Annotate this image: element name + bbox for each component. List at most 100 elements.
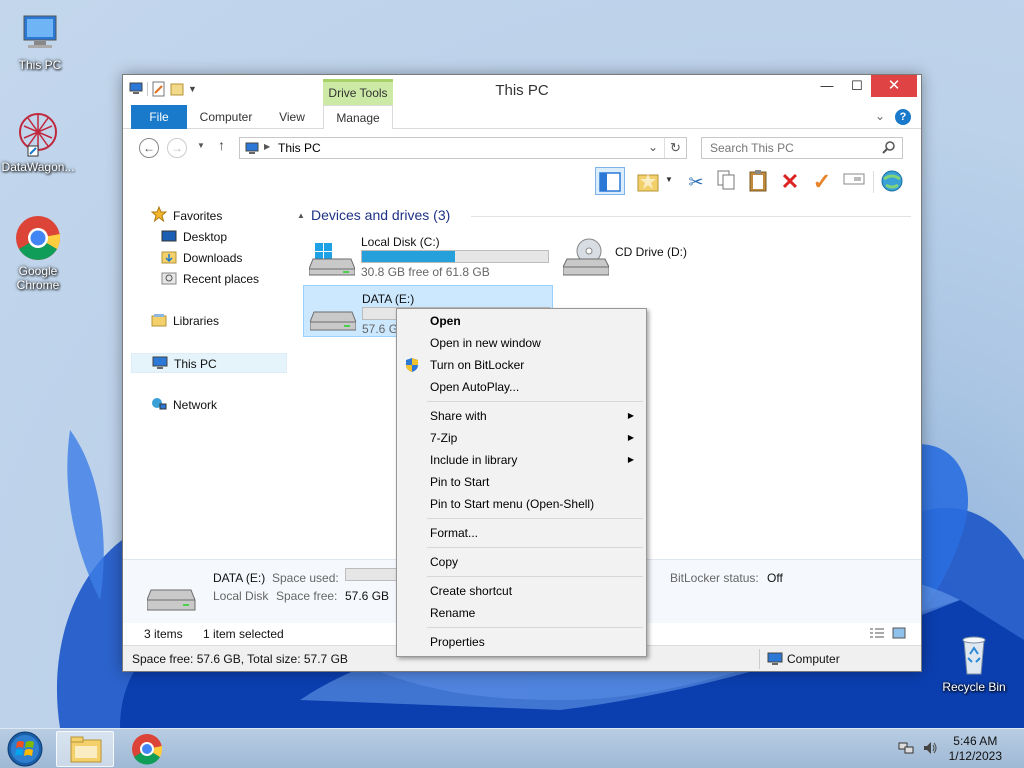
breadcrumb[interactable]: This PC [278, 141, 321, 155]
menu-item-autoplay[interactable]: Open AutoPlay... [399, 376, 644, 398]
tab-manage[interactable]: Manage [323, 105, 393, 130]
clock-date: 1/12/2023 [948, 749, 1002, 763]
window-title: This PC [495, 82, 549, 99]
menu-item-include-library[interactable]: Include in library ▶ [399, 449, 644, 471]
search-icon[interactable] [882, 140, 896, 157]
group-collapse-icon[interactable]: ▲ [297, 211, 305, 220]
submenu-arrow-icon: ▶ [627, 433, 634, 442]
bitlocker-label: BitLocker status: [670, 571, 759, 585]
taskbar-explorer[interactable] [56, 731, 114, 767]
forward-button[interactable]: → [167, 138, 187, 158]
nav-network[interactable]: Network [151, 395, 217, 415]
menu-item-properties[interactable]: Properties [399, 631, 644, 653]
menu-item-rename[interactable]: Rename [399, 602, 644, 624]
ribbon-expand-icon[interactable]: ⌄ [875, 109, 885, 123]
menu-item-pin-start-menu[interactable]: Pin to Start menu (Open-Shell) [399, 493, 644, 515]
address-dropdown-icon[interactable]: ⌄ [648, 140, 658, 154]
paste-icon[interactable] [745, 169, 771, 195]
taskbar: 5:46 AM 1/12/2023 [0, 728, 1024, 768]
clock[interactable]: 5:46 AM 1/12/2023 [949, 734, 1002, 764]
nav-downloads[interactable]: Downloads [161, 248, 242, 268]
nav-favorites[interactable]: Favorites [150, 205, 222, 226]
menu-item-pin-to-start[interactable]: Pin to Start [399, 471, 644, 493]
context-menu: Open Open in new window Turn on BitLocke… [396, 308, 647, 657]
tab-view[interactable]: View [269, 105, 315, 129]
nav-libraries[interactable]: Libraries [151, 311, 219, 331]
computer-icon [16, 8, 64, 56]
hard-drive-icon [146, 580, 197, 615]
check-icon[interactable]: ✓ [809, 169, 835, 195]
downloads-folder-icon [161, 250, 177, 264]
address-row: ← → ▼ ↑ ▶ This PC ⌄ ↻ Search This PC [123, 129, 921, 163]
nav-recent-places[interactable]: Recent places [161, 269, 259, 289]
preview-pane-button[interactable] [595, 167, 625, 195]
drive-item-c[interactable]: Local Disk (C:) 30.8 GB free of 61.8 GB [303, 229, 553, 281]
details-view-icon[interactable] [869, 626, 885, 643]
search-input[interactable]: Search This PC [710, 141, 794, 155]
desktop-icon-label: Recycle Bin [942, 680, 1006, 694]
drive-usage-bar [361, 250, 549, 263]
minimize-button[interactable]: — [811, 75, 843, 97]
menu-item-open[interactable]: Open [399, 310, 644, 332]
chevron-down-icon[interactable]: ▼ [665, 175, 673, 184]
recent-locations-icon[interactable]: ▼ [197, 141, 205, 150]
address-bar[interactable]: ▶ This PC ⌄ ↻ [239, 137, 687, 159]
globe-icon[interactable] [879, 169, 905, 195]
chrome-icon [132, 734, 163, 765]
menu-item-open-new-window[interactable]: Open in new window [399, 332, 644, 354]
bitlocker-value: Off [767, 571, 783, 585]
menu-item-copy[interactable]: Copy [399, 551, 644, 573]
desktop-icon-label: Google Chrome [16, 264, 60, 292]
desktop-icon-datawagon[interactable]: DataWagon... [0, 110, 78, 174]
menu-item-format[interactable]: Format... [399, 522, 644, 544]
start-button[interactable] [6, 730, 44, 768]
tab-computer[interactable]: Computer [193, 105, 259, 129]
desktop-folder-icon [161, 229, 177, 243]
menu-item-create-shortcut[interactable]: Create shortcut [399, 580, 644, 602]
title-bar[interactable]: ▼ Drive Tools This PC — ☐ ✕ [123, 75, 921, 105]
volume-icon[interactable] [922, 741, 938, 758]
navigation-pane: Favorites Desktop Downloads Recent place… [123, 199, 295, 559]
breadcrumb-chevron-icon[interactable]: ▶ [264, 142, 270, 151]
delete-icon[interactable]: ✕ [777, 169, 803, 195]
cut-icon[interactable]: ✂ [683, 169, 709, 195]
details-name: DATA (E:) [213, 571, 266, 585]
help-icon[interactable]: ? [895, 109, 911, 125]
recycle-bin-icon [950, 630, 998, 678]
up-button[interactable]: ↑ [218, 137, 225, 153]
computer-small-icon [152, 356, 168, 370]
desktop-icon-recycle-bin[interactable]: Recycle Bin [934, 630, 1014, 694]
maximize-button[interactable]: ☐ [841, 75, 873, 97]
details-type: Local Disk [213, 589, 269, 603]
tab-file[interactable]: File [131, 105, 187, 129]
space-used-bar [345, 568, 397, 581]
menu-item-7zip[interactable]: 7-Zip ▶ [399, 427, 644, 449]
nav-desktop[interactable]: Desktop [161, 227, 227, 247]
zone-text: Computer [787, 652, 840, 666]
menu-item-bitlocker[interactable]: Turn on BitLocker [399, 354, 644, 376]
network-tray-icon[interactable] [898, 741, 914, 758]
desktop-icon-this-pc[interactable]: This PC [0, 8, 80, 72]
search-box[interactable]: Search This PC [701, 137, 903, 159]
nav-this-pc[interactable]: This PC [131, 353, 287, 373]
ribbon-tabs: File Computer View Manage ⌄ ? [123, 105, 921, 130]
computer-small-icon [245, 141, 259, 158]
copy-icon[interactable] [713, 169, 739, 195]
windows-logo-icon [7, 731, 43, 767]
rename-icon[interactable] [841, 169, 867, 195]
desktop-icon-label: DataWagon... [1, 160, 75, 174]
refresh-button[interactable]: ↻ [664, 138, 686, 158]
back-button[interactable]: ← [139, 138, 159, 158]
folder-options-icon[interactable] [635, 169, 661, 195]
menu-separator [427, 576, 643, 577]
drive-item-d[interactable]: CD Drive (D:) [557, 229, 807, 281]
desktop-icon-chrome[interactable]: Google Chrome [0, 214, 78, 292]
star-icon [150, 205, 168, 223]
large-icons-view-icon[interactable] [891, 626, 907, 643]
taskbar-chrome[interactable] [118, 731, 176, 767]
menu-separator [427, 627, 643, 628]
close-button[interactable]: ✕ [871, 75, 917, 97]
menu-item-share-with[interactable]: Share with ▶ [399, 405, 644, 427]
group-header-devices[interactable]: Devices and drives (3) [311, 207, 450, 223]
drive-usage-fill [362, 251, 455, 262]
